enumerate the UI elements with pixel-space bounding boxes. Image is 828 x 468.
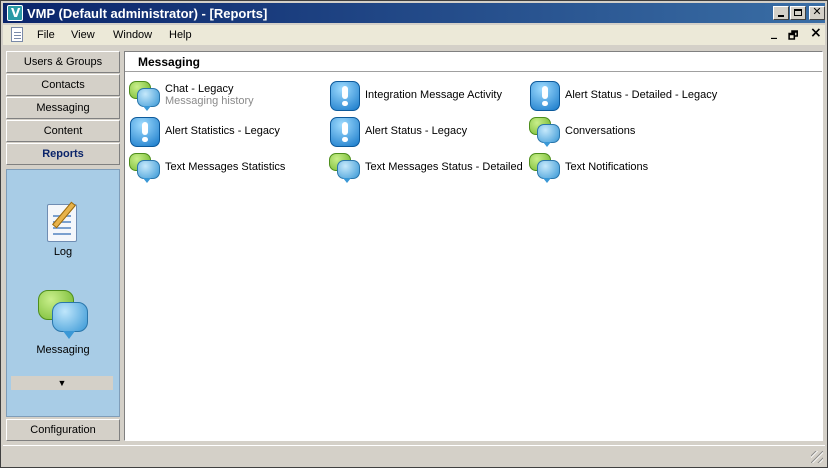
status-bar xyxy=(3,445,825,465)
app-logo-letter: V xyxy=(11,6,21,20)
section-header: Messaging xyxy=(125,52,822,72)
reports-content: Messaging Chat - Legacy Messaging history… xyxy=(124,51,823,441)
nav-users-groups[interactable]: Users & Groups xyxy=(6,51,120,73)
report-name: Text Notifications xyxy=(565,161,649,173)
menu-help[interactable]: Help xyxy=(169,29,192,41)
maximize-icon xyxy=(794,9,802,16)
chat-bubbles-icon xyxy=(529,152,561,184)
chat-bubbles-icon xyxy=(129,80,161,112)
log-icon xyxy=(45,200,81,242)
report-name: Integration Message Activity xyxy=(365,89,502,101)
chat-bubbles-icon xyxy=(529,116,561,148)
report-name: Conversations xyxy=(565,125,636,137)
log-paper-shape xyxy=(47,204,77,242)
application-window: V VMP (Default administrator) - [Reports… xyxy=(0,0,828,468)
messaging-icon xyxy=(38,290,88,340)
chevron-down-icon: ▼ xyxy=(57,378,67,388)
report-integration-message-activity[interactable]: Integration Message Activity xyxy=(329,80,525,114)
pane-item-log[interactable]: Log xyxy=(7,200,119,258)
pane-item-messaging[interactable]: Messaging xyxy=(7,290,119,356)
alert-icon xyxy=(329,116,361,148)
chat-bubbles-icon xyxy=(329,152,361,184)
resize-grip-icon[interactable] xyxy=(811,451,823,463)
minimize-button[interactable] xyxy=(773,6,789,20)
minimize-icon xyxy=(778,15,784,17)
document-icon[interactable] xyxy=(11,27,23,42)
client-area: Users & Groups Contacts Messaging Conten… xyxy=(3,47,825,443)
report-conversations[interactable]: Conversations xyxy=(529,116,725,150)
mdi-restore-button[interactable]: 🗗 xyxy=(788,27,798,46)
report-name: Alert Status - Legacy xyxy=(365,125,468,137)
report-alert-statistics-legacy[interactable]: Alert Statistics - Legacy xyxy=(129,116,325,150)
alert-icon xyxy=(529,80,561,112)
report-alert-status-detailed-legacy[interactable]: Alert Status - Detailed - Legacy xyxy=(529,80,725,114)
nav-content[interactable]: Content xyxy=(6,120,120,142)
report-name: Alert Statistics - Legacy xyxy=(165,125,280,137)
menu-view[interactable]: View xyxy=(71,29,95,41)
nav-reports[interactable]: Reports xyxy=(6,143,120,165)
maximize-button[interactable] xyxy=(790,6,806,20)
report-text-notifications[interactable]: Text Notifications xyxy=(529,152,725,186)
report-name: Text Messages Status - Detailed xyxy=(365,161,523,173)
close-icon: ✕ xyxy=(812,5,822,18)
mdi-minimize-button[interactable]: _ xyxy=(771,25,777,39)
alert-icon xyxy=(129,116,161,148)
section-title: Messaging xyxy=(138,55,201,69)
report-name: Chat - Legacy xyxy=(165,83,234,95)
menu-file[interactable]: File xyxy=(37,29,55,41)
report-chat-legacy[interactable]: Chat - Legacy Messaging history xyxy=(129,80,325,114)
nav-contacts[interactable]: Contacts xyxy=(6,74,120,96)
menu-bar: File View Window Help _ 🗗 × xyxy=(3,25,825,45)
navigation-panel: Users & Groups Contacts Messaging Conten… xyxy=(6,51,120,442)
pane-item-log-label: Log xyxy=(53,246,73,258)
report-name: Text Messages Statistics xyxy=(165,161,286,173)
blue-bubble-shape xyxy=(52,302,88,339)
window-title: VMP (Default administrator) - [Reports] xyxy=(27,6,268,21)
nav-configuration[interactable]: Configuration xyxy=(6,419,120,441)
close-button[interactable]: ✕ xyxy=(809,5,825,20)
alert-icon xyxy=(329,80,361,112)
report-name: Alert Status - Detailed - Legacy xyxy=(565,89,718,101)
chat-bubbles-icon xyxy=(129,152,161,184)
app-logo-icon: V xyxy=(7,5,23,21)
pane-item-messaging-label: Messaging xyxy=(36,344,90,356)
title-bar[interactable]: V VMP (Default administrator) - [Reports… xyxy=(3,3,825,23)
menu-window[interactable]: Window xyxy=(113,29,152,41)
report-text-messages-statistics[interactable]: Text Messages Statistics xyxy=(129,152,325,186)
report-description: Messaging history xyxy=(165,95,254,107)
mdi-close-button[interactable]: × xyxy=(810,25,822,41)
report-alert-status-legacy[interactable]: Alert Status - Legacy xyxy=(329,116,525,150)
reports-category-pane: Log Messaging ▼ xyxy=(6,169,120,417)
pane-scroll-down-button[interactable]: ▼ xyxy=(11,376,113,390)
report-text-messages-status-detailed[interactable]: Text Messages Status - Detailed xyxy=(329,152,525,186)
nav-messaging[interactable]: Messaging xyxy=(6,97,120,119)
